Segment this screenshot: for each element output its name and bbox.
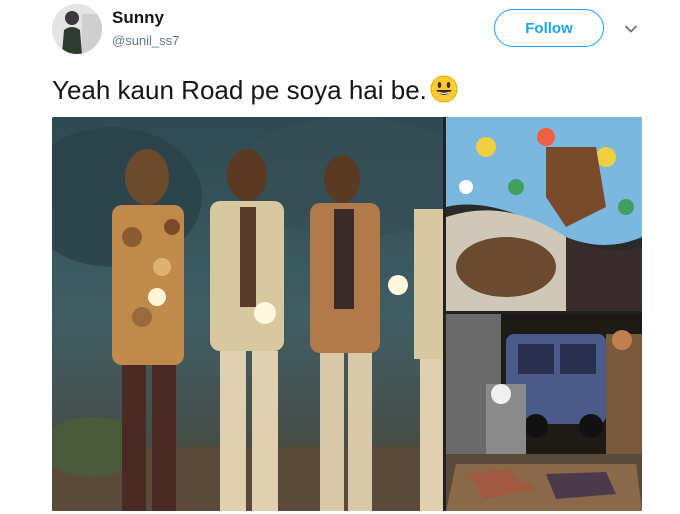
tweet-media[interactable] <box>52 117 642 511</box>
follow-button[interactable]: Follow <box>494 9 604 47</box>
movie-still-photo[interactable] <box>52 117 443 511</box>
sleeping-man-photo[interactable] <box>446 117 642 311</box>
tweet-text: Yeah kaun Road pe soya hai be. <box>52 74 459 106</box>
smiling-face-emoji-icon <box>430 75 458 103</box>
avatar-image <box>52 4 102 54</box>
avatar[interactable] <box>52 4 102 54</box>
tweet-text-content: Yeah kaun Road pe soya hai be. <box>52 75 427 105</box>
chevron-down-icon[interactable] <box>624 22 638 36</box>
night-street-photo[interactable] <box>446 314 642 511</box>
tweet-card: Sunny @sunil_ss7 Follow Yeah kaun Road p… <box>0 0 680 514</box>
user-display-name[interactable]: Sunny <box>112 8 164 28</box>
user-handle[interactable]: @sunil_ss7 <box>112 33 179 48</box>
